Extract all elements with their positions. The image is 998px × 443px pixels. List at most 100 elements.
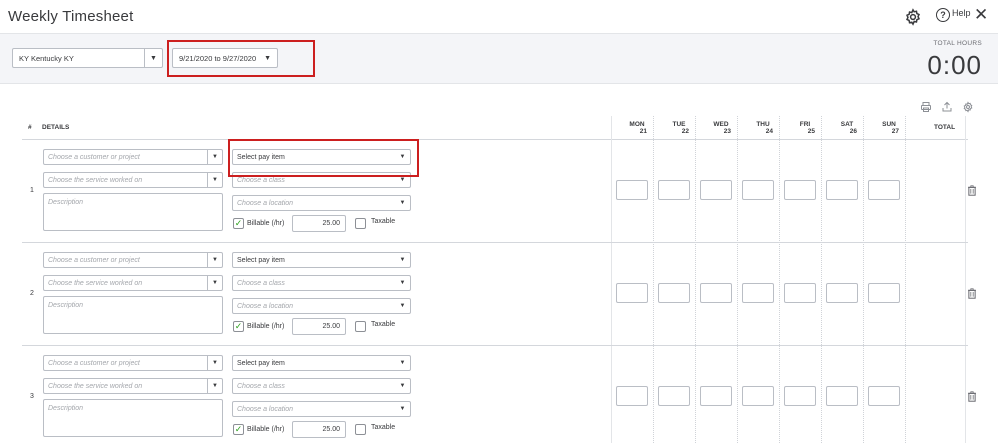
customer-project-select[interactable]: Choose a customer or project ▼	[43, 252, 223, 268]
day-hours-input[interactable]	[658, 283, 690, 303]
chevron-down-icon: ▼	[399, 406, 406, 412]
location-select[interactable]: Choose a location ▼	[232, 195, 411, 211]
billable-rate-input[interactable]: 25.00	[292, 318, 346, 335]
day-hours-input[interactable]	[616, 180, 648, 200]
row-number: 3	[30, 393, 34, 400]
class-select[interactable]: Choose a class ▼	[232, 378, 411, 394]
description-field[interactable]: Description	[43, 399, 223, 437]
chevron-down-icon: ▼	[207, 253, 222, 267]
day-hours-input[interactable]	[784, 180, 816, 200]
day-date: 26	[849, 127, 857, 135]
day-hours-input[interactable]	[784, 386, 816, 406]
column-header-day: THU 24	[753, 121, 773, 136]
chevron-down-icon: ▼	[399, 280, 406, 286]
day-hours-input[interactable]	[700, 180, 732, 200]
help-button[interactable]: ? Help	[936, 8, 971, 22]
taxable-checkbox[interactable]	[355, 321, 366, 332]
day-hours-input[interactable]	[826, 386, 858, 406]
location-placeholder: Choose a location	[237, 199, 294, 207]
taxable-label: Taxable	[371, 424, 396, 431]
day-hours-input[interactable]	[868, 283, 900, 303]
column-header-day: WED 23	[711, 121, 731, 136]
chevron-down-icon: ▼	[207, 173, 222, 187]
billable-label: Billable (/hr)	[247, 426, 285, 433]
taxable-label: Taxable	[371, 218, 396, 225]
close-icon[interactable]: ✕	[974, 6, 988, 23]
chevron-down-icon: ▼	[207, 150, 222, 164]
day-hours-input[interactable]	[742, 386, 774, 406]
day-date: 25	[807, 127, 815, 135]
page-title: Weekly Timesheet	[8, 8, 134, 25]
location-select[interactable]: Choose a location ▼	[232, 298, 411, 314]
billable-checkbox[interactable]: ✓	[233, 218, 244, 229]
pay-item-select[interactable]: Select pay item ▼	[232, 355, 411, 371]
total-hours-label: TOTAL HOURS	[933, 40, 982, 47]
day-date: 24	[765, 127, 773, 135]
day-hours-input[interactable]	[784, 283, 816, 303]
day-date: 23	[723, 127, 731, 135]
service-select[interactable]: Choose the service worked on ▼	[43, 378, 223, 394]
employee-select[interactable]: KY Kentucky KY ▼	[12, 48, 163, 68]
chevron-down-icon: ▼	[399, 200, 406, 206]
day-hours-input[interactable]	[700, 386, 732, 406]
service-placeholder: Choose the service worked on	[48, 382, 143, 390]
service-select[interactable]: Choose the service worked on ▼	[43, 172, 223, 188]
description-field[interactable]: Description	[43, 296, 223, 334]
column-header-details: DETAILS	[42, 124, 70, 131]
pay-item-select[interactable]: Select pay item ▼	[232, 252, 411, 268]
day-date: 21	[639, 127, 647, 135]
billable-label: Billable (/hr)	[247, 220, 285, 227]
column-header-day: FRI 25	[795, 121, 815, 136]
customer-project-placeholder: Choose a customer or project	[48, 256, 140, 264]
day-hours-input[interactable]	[868, 180, 900, 200]
billable-checkbox[interactable]: ✓	[233, 321, 244, 332]
service-placeholder: Choose the service worked on	[48, 176, 143, 184]
row-number: 1	[30, 187, 34, 194]
taxable-checkbox[interactable]	[355, 424, 366, 435]
chevron-down-icon: ▼	[399, 360, 406, 366]
customer-project-select[interactable]: Choose a customer or project ▼	[43, 355, 223, 371]
pay-item-value: Select pay item	[237, 256, 285, 264]
customer-project-select[interactable]: Choose a customer or project ▼	[43, 149, 223, 165]
column-header-total: TOTAL	[934, 124, 956, 131]
day-hours-input[interactable]	[868, 386, 900, 406]
customer-project-placeholder: Choose a customer or project	[48, 359, 140, 367]
day-hours-input[interactable]	[616, 386, 648, 406]
column-header-day: SUN 27	[879, 121, 899, 136]
day-hours-input[interactable]	[700, 283, 732, 303]
billable-rate-input[interactable]: 25.00	[292, 421, 346, 438]
billable-checkbox[interactable]: ✓	[233, 424, 244, 435]
delete-row-icon[interactable]	[967, 288, 977, 299]
export-icon[interactable]	[941, 101, 953, 113]
location-select[interactable]: Choose a location ▼	[232, 401, 411, 417]
day-hours-input[interactable]	[826, 180, 858, 200]
class-select[interactable]: Choose a class ▼	[232, 275, 411, 291]
delete-row-icon[interactable]	[967, 391, 977, 402]
day-hours-input[interactable]	[658, 180, 690, 200]
billable-rate-input[interactable]: 25.00	[292, 215, 346, 232]
table-settings-icon[interactable]	[962, 101, 974, 113]
day-hours-input[interactable]	[616, 283, 648, 303]
row-number: 2	[30, 290, 34, 297]
day-hours-input[interactable]	[742, 180, 774, 200]
highlight-box-date	[167, 40, 315, 77]
settings-gear-icon[interactable]	[904, 8, 922, 26]
service-placeholder: Choose the service worked on	[48, 279, 143, 287]
column-header-number: #	[28, 124, 32, 131]
delete-row-icon[interactable]	[967, 185, 977, 196]
service-select[interactable]: Choose the service worked on ▼	[43, 275, 223, 291]
check-icon: ✓	[234, 218, 243, 228]
chevron-down-icon: ▼	[399, 257, 406, 263]
class-placeholder: Choose a class	[237, 279, 285, 287]
taxable-checkbox[interactable]	[355, 218, 366, 229]
print-icon[interactable]	[920, 101, 932, 113]
day-hours-input[interactable]	[658, 386, 690, 406]
description-placeholder: Description	[48, 405, 84, 412]
description-placeholder: Description	[48, 199, 84, 206]
day-hours-input[interactable]	[826, 283, 858, 303]
description-field[interactable]: Description	[43, 193, 223, 231]
chevron-down-icon: ▼	[399, 383, 406, 389]
day-hours-input[interactable]	[742, 283, 774, 303]
chevron-down-icon: ▼	[144, 49, 162, 67]
billable-label: Billable (/hr)	[247, 323, 285, 330]
